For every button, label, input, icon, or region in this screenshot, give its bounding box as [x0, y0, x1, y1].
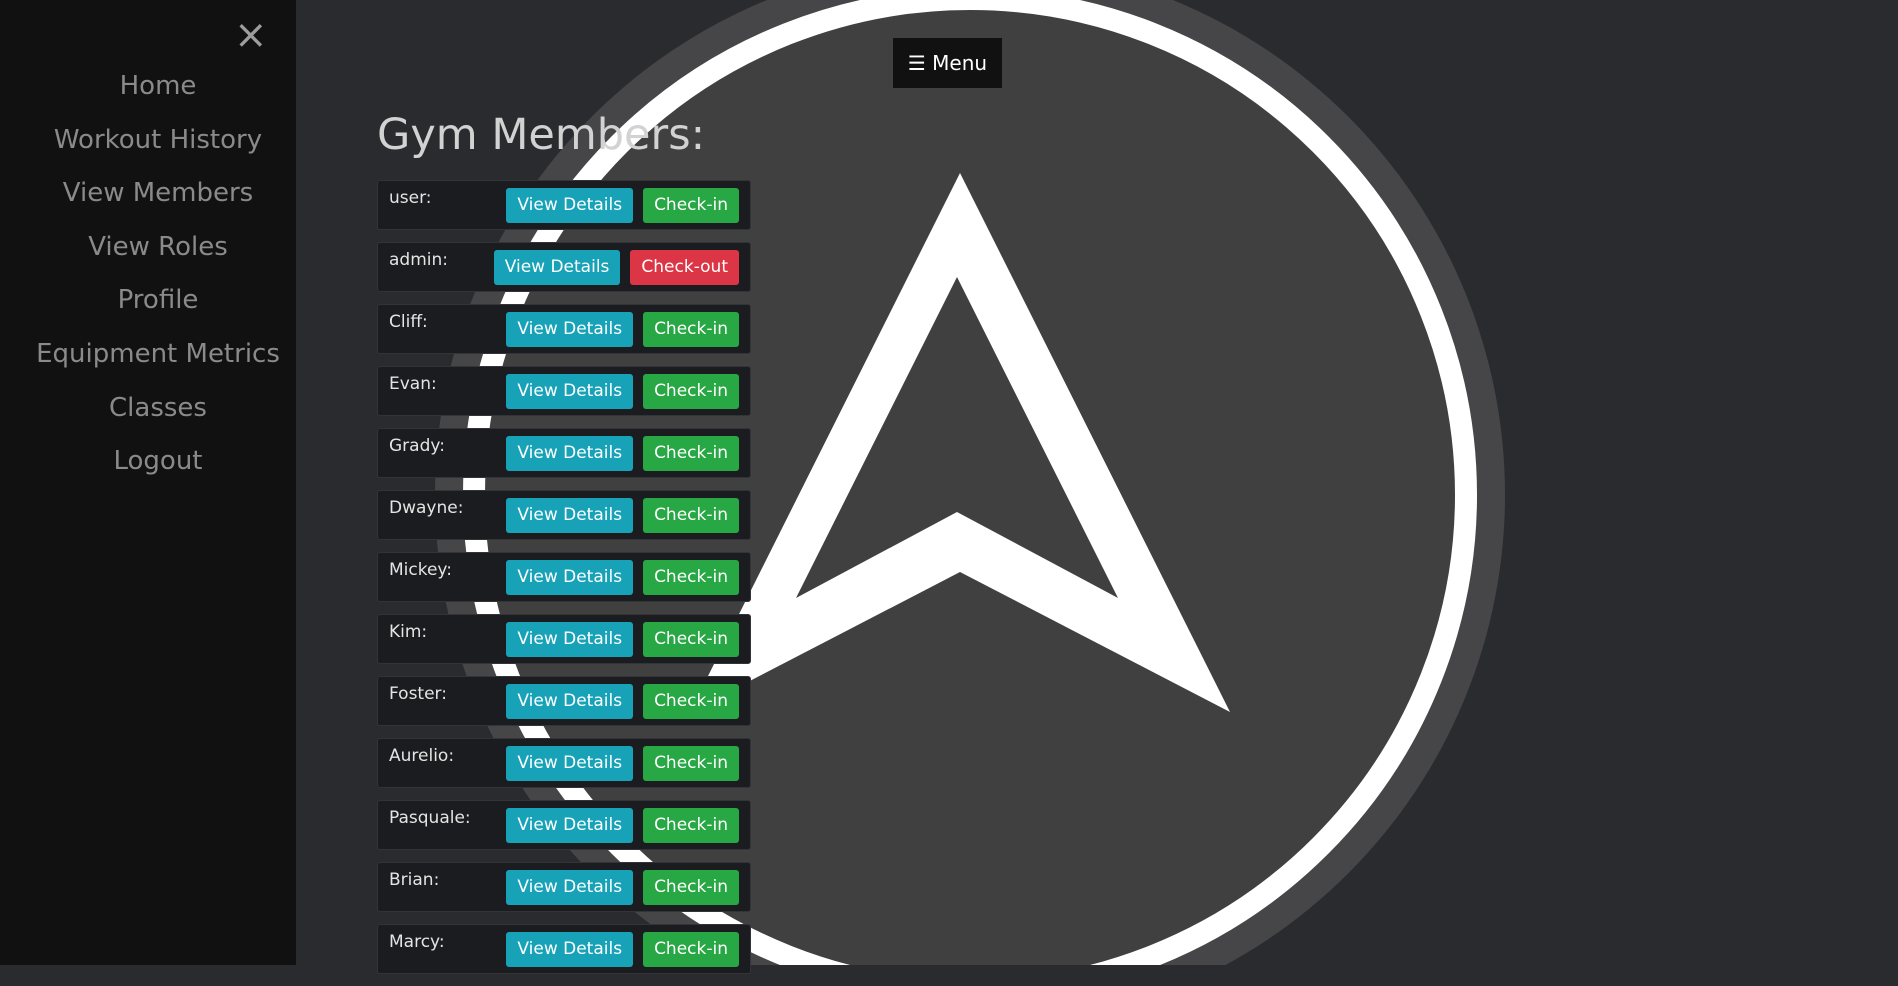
view-details-button[interactable]: View Details	[506, 808, 634, 843]
sidebar-item-view-members[interactable]: View Members	[0, 171, 316, 225]
member-name: Grady:	[389, 436, 445, 456]
view-details-button[interactable]: View Details	[506, 622, 634, 657]
member-actions: View Details Check-in	[496, 746, 739, 781]
check-in-button[interactable]: Check-in	[643, 808, 739, 843]
member-actions: View Details Check-in	[496, 932, 739, 967]
member-row: Dwayne: View Details Check-in	[377, 490, 751, 540]
member-actions: View Details Check-in	[496, 436, 739, 471]
member-name: Mickey:	[389, 560, 452, 580]
check-in-button[interactable]: Check-in	[643, 932, 739, 967]
sidebar-item-view-roles[interactable]: View Roles	[0, 225, 316, 279]
member-row: Kim: View Details Check-in	[377, 614, 751, 664]
sidebar-item-equipment-metrics[interactable]: Equipment Metrics	[0, 332, 316, 386]
close-icon[interactable]: ×	[234, 14, 268, 56]
member-actions: View Details Check-in	[496, 374, 739, 409]
check-in-button[interactable]: Check-in	[643, 312, 739, 347]
check-out-button[interactable]: Check-out	[630, 250, 739, 285]
member-name: Foster:	[389, 684, 447, 704]
view-details-button[interactable]: View Details	[506, 560, 634, 595]
view-details-button[interactable]: View Details	[506, 436, 634, 471]
sidebar-item-workout-history[interactable]: Workout History	[0, 118, 316, 172]
member-name: Marcy:	[389, 932, 445, 952]
member-row: admin: View Details Check-out	[377, 242, 751, 292]
member-row: Cliff: View Details Check-in	[377, 304, 751, 354]
member-row: Evan: View Details Check-in	[377, 366, 751, 416]
check-in-button[interactable]: Check-in	[643, 374, 739, 409]
view-details-button[interactable]: View Details	[506, 188, 634, 223]
member-name: Evan:	[389, 374, 437, 394]
member-row: Grady: View Details Check-in	[377, 428, 751, 478]
member-actions: View Details Check-in	[496, 870, 739, 905]
member-name: Aurelio:	[389, 746, 455, 766]
view-details-button[interactable]: View Details	[506, 870, 634, 905]
check-in-button[interactable]: Check-in	[643, 622, 739, 657]
menu-button[interactable]: ☰ Menu	[893, 38, 1002, 88]
sidebar-item-classes[interactable]: Classes	[0, 386, 316, 440]
sidebar: × Home Workout History View Members View…	[0, 0, 296, 965]
member-row: Mickey: View Details Check-in	[377, 552, 751, 602]
view-details-button[interactable]: View Details	[493, 250, 621, 285]
member-actions: View Details Check-in	[496, 312, 739, 347]
member-name: admin:	[389, 250, 448, 270]
check-in-button[interactable]: Check-in	[643, 684, 739, 719]
sidebar-nav: Home Workout History View Members View R…	[0, 64, 316, 493]
member-name: Brian:	[389, 870, 440, 890]
member-name: Kim:	[389, 622, 428, 642]
view-details-button[interactable]: View Details	[506, 684, 634, 719]
member-actions: View Details Check-in	[496, 560, 739, 595]
check-in-button[interactable]: Check-in	[643, 870, 739, 905]
member-name: Dwayne:	[389, 498, 464, 518]
member-actions: View Details Check-in	[496, 498, 739, 533]
check-in-button[interactable]: Check-in	[643, 560, 739, 595]
member-row: Pasquale: View Details Check-in	[377, 800, 751, 850]
sidebar-item-logout[interactable]: Logout	[0, 439, 316, 493]
view-details-button[interactable]: View Details	[506, 932, 634, 967]
member-list: user: View Details Check-in admin: View Deta…	[377, 180, 753, 986]
member-name: Pasquale:	[389, 808, 471, 828]
check-in-button[interactable]: Check-in	[643, 746, 739, 781]
view-details-button[interactable]: View Details	[506, 312, 634, 347]
view-details-button[interactable]: View Details	[506, 498, 634, 533]
check-in-button[interactable]: Check-in	[643, 436, 739, 471]
member-actions: View Details Check-in	[496, 808, 739, 843]
member-actions: View Details Check-in	[496, 188, 739, 223]
member-actions: View Details Check-out	[484, 250, 739, 285]
view-details-button[interactable]: View Details	[506, 374, 634, 409]
member-row: Brian: View Details Check-in	[377, 862, 751, 912]
sidebar-item-profile[interactable]: Profile	[0, 278, 316, 332]
check-in-button[interactable]: Check-in	[643, 498, 739, 533]
member-name: user:	[389, 188, 432, 208]
check-in-button[interactable]: Check-in	[643, 188, 739, 223]
page-title: Gym Members:	[377, 110, 706, 160]
member-name: Cliff:	[389, 312, 428, 332]
sidebar-item-home[interactable]: Home	[0, 64, 316, 118]
member-row: Marcy: View Details Check-in	[377, 924, 751, 974]
member-actions: View Details Check-in	[496, 684, 739, 719]
member-actions: View Details Check-in	[496, 622, 739, 657]
member-row: Foster: View Details Check-in	[377, 676, 751, 726]
view-details-button[interactable]: View Details	[506, 746, 634, 781]
member-row: user: View Details Check-in	[377, 180, 751, 230]
member-row: Aurelio: View Details Check-in	[377, 738, 751, 788]
